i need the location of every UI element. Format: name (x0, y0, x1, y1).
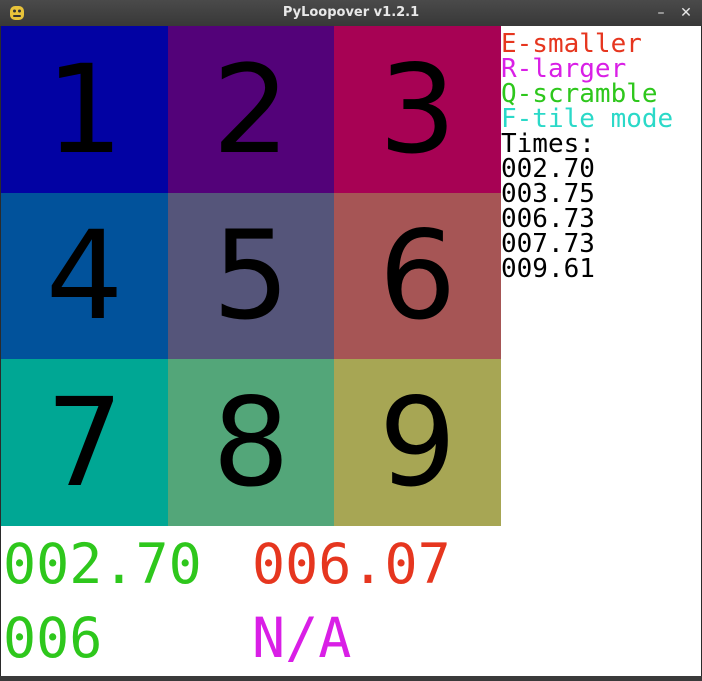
secondary-stat: N/A (252, 606, 352, 670)
window-bottom-border (0, 676, 702, 681)
tile-number: 5 (212, 205, 290, 347)
tile-3[interactable]: 3 (334, 26, 501, 193)
tile-number: 1 (45, 38, 124, 181)
tile-1[interactable]: 1 (1, 26, 168, 193)
tile-6[interactable]: 6 (334, 193, 501, 359)
tile-8[interactable]: 8 (168, 359, 334, 526)
window-title: PyLoopover v1.2.1 (282, 5, 420, 20)
tile-number: 8 (212, 371, 290, 514)
tile-number: 6 (378, 205, 457, 347)
tile-number: 7 (45, 371, 124, 514)
best-time: 002.70 (3, 532, 202, 596)
time-entry: 009.61 (501, 254, 595, 284)
move-count: 006 (3, 606, 103, 670)
title-bar: PyLoopover v1.2.1 – ✕ (0, 0, 702, 26)
minimize-button[interactable]: – (651, 3, 671, 23)
tile-7[interactable]: 7 (1, 359, 168, 526)
tile-5[interactable]: 5 (168, 193, 334, 359)
tile-9[interactable]: 9 (334, 359, 501, 526)
current-time: 006.07 (252, 532, 451, 596)
tile-number: 4 (45, 205, 124, 347)
tile-4[interactable]: 4 (1, 193, 168, 359)
tile-number: 2 (212, 38, 290, 181)
side-panel: E-smaller R-larger Q-scramble F-tile mod… (501, 31, 673, 284)
game-canvas[interactable]: 123 456 789 E-smaller R-larger Q-scramble … (1, 26, 701, 676)
tile-number: 3 (378, 38, 457, 181)
tile-number: 9 (378, 371, 457, 514)
close-button[interactable]: ✕ (676, 3, 696, 23)
tile-2[interactable]: 2 (168, 26, 334, 193)
